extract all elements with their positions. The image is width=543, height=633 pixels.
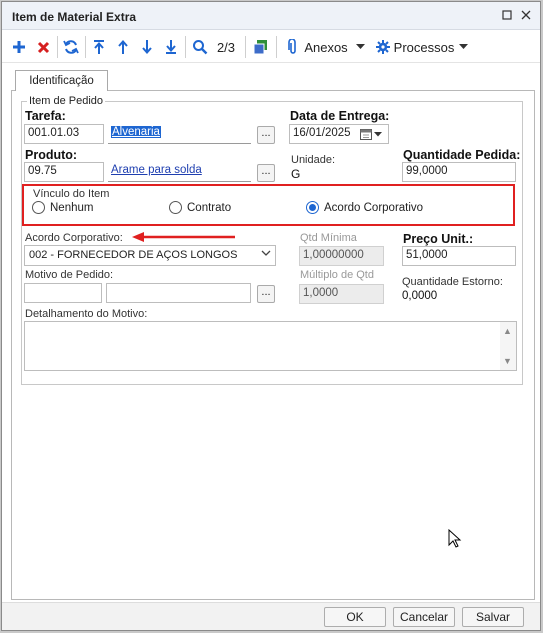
- paperclip-icon[interactable]: [286, 38, 300, 56]
- preco-unit-input[interactable]: 51,0000: [402, 246, 516, 266]
- first-record-icon[interactable]: [91, 38, 107, 56]
- radio-nenhum[interactable]: Nenhum: [32, 201, 93, 214]
- dialog-window: Item de Material Extra 2/3 Anexos Proces…: [1, 1, 541, 631]
- preco-unit-label: Preço Unit.:: [403, 232, 474, 246]
- radio-contrato-label: Contrato: [187, 201, 232, 214]
- delete-icon[interactable]: [35, 38, 51, 56]
- multiplo-input: 1,0000: [299, 284, 384, 304]
- scroll-up-icon[interactable]: ▲: [503, 326, 512, 336]
- refresh-icon[interactable]: [62, 38, 80, 56]
- unidade-label: Unidade:: [291, 154, 336, 166]
- radio-contrato[interactable]: Contrato: [169, 201, 231, 214]
- calendar-icon[interactable]: [360, 126, 386, 142]
- tab-identificacao[interactable]: Identificação: [15, 70, 108, 91]
- window-title: Item de Material Extra: [12, 10, 137, 24]
- search-icon[interactable]: [191, 38, 209, 56]
- qtd-minima-input: 1,00000000: [299, 246, 384, 266]
- ok-button[interactable]: OK: [324, 607, 386, 627]
- last-record-icon[interactable]: [163, 38, 179, 56]
- motivo-lookup-button[interactable]: ...: [257, 285, 275, 303]
- toolbar-separator: [57, 36, 58, 58]
- radio-nenhum-circle[interactable]: [32, 201, 45, 214]
- mouse-cursor-icon: [448, 529, 462, 548]
- radio-acordo-label: Acordo Corporativo: [324, 201, 424, 214]
- acordo-select[interactable]: 002 - FORNECEDOR DE AÇOS LONGOS: [24, 245, 276, 266]
- data-entrega-label: Data de Entrega:: [290, 109, 390, 123]
- toolbar-separator: [85, 36, 86, 58]
- title-bar: Item de Material Extra: [2, 2, 540, 30]
- tarefa-description-link[interactable]: Alvenaria: [108, 124, 251, 144]
- toolbar: 2/3 Anexos Processos: [2, 31, 540, 63]
- next-record-icon[interactable]: [139, 38, 155, 56]
- motivo-description-input[interactable]: [106, 283, 251, 303]
- tarefa-code-input[interactable]: 001.01.03: [24, 124, 104, 144]
- qtd-minima-label: Qtd Mínima: [300, 232, 357, 244]
- detalhamento-label: Detalhamento do Motivo:: [25, 308, 148, 320]
- close-icon[interactable]: [519, 8, 533, 22]
- multiplo-label: Múltiplo de Qtd: [300, 269, 374, 281]
- chevron-down-icon: [261, 249, 271, 260]
- produto-description-link[interactable]: Arame para solda: [108, 162, 251, 182]
- cancel-button[interactable]: Cancelar: [393, 607, 455, 627]
- toolbar-separator: [276, 36, 277, 58]
- radio-nenhum-label: Nenhum: [50, 201, 94, 214]
- toolbar-separator: [185, 36, 186, 58]
- quantidade-pedida-input[interactable]: 99,0000: [402, 162, 516, 182]
- previous-record-icon[interactable]: [115, 38, 131, 56]
- quantidade-estorno-label: Quantidade Estorno:: [402, 276, 503, 288]
- acordo-select-value: 002 - FORNECEDOR DE AÇOS LONGOS: [29, 249, 238, 261]
- group-label: Item de Pedido: [27, 95, 105, 107]
- dialog-footer: OK Cancelar Salvar: [2, 602, 540, 630]
- produto-code-input[interactable]: 09.75: [24, 162, 104, 182]
- save-button[interactable]: Salvar: [462, 607, 524, 627]
- chevron-down-icon[interactable]: [457, 38, 469, 56]
- maximize-icon[interactable]: [500, 8, 514, 22]
- quantidade-pedida-label: Quantidade Pedida:: [403, 148, 521, 162]
- unidade-value: G: [291, 167, 301, 181]
- motivo-label: Motivo de Pedido:: [25, 269, 114, 281]
- radio-acordo-circle[interactable]: [306, 201, 319, 214]
- export-icon[interactable]: [252, 38, 270, 56]
- processos-menu[interactable]: Processos: [394, 38, 455, 56]
- tarefa-lookup-button[interactable]: ...: [257, 126, 275, 144]
- produto-label: Produto:: [25, 148, 78, 162]
- motivo-code-input[interactable]: [24, 283, 102, 303]
- page-indicator: 2/3: [216, 39, 236, 55]
- quantidade-estorno-value: 0,0000: [402, 290, 438, 302]
- data-entrega-value: 16/01/2025: [293, 127, 351, 139]
- textarea-scrollbar[interactable]: ▲ ▼: [500, 322, 516, 370]
- annotation-arrow-icon: [132, 232, 235, 242]
- tarefa-label: Tarefa:: [25, 109, 66, 123]
- vinculo-label: Vínculo do Item: [33, 188, 110, 200]
- acordo-label: Acordo Corporativo:: [25, 232, 123, 244]
- add-icon[interactable]: [11, 38, 27, 56]
- anexos-menu[interactable]: Anexos: [304, 38, 348, 56]
- detalhamento-textarea[interactable]: ▲ ▼: [24, 321, 517, 371]
- chevron-down-icon[interactable]: [354, 38, 366, 56]
- gear-icon[interactable]: [375, 38, 391, 56]
- tarefa-description-text: Alvenaria: [111, 126, 161, 138]
- toolbar-separator: [245, 36, 246, 58]
- produto-lookup-button[interactable]: ...: [257, 164, 275, 182]
- scroll-down-icon[interactable]: ▼: [503, 356, 512, 366]
- radio-acordo-corporativo[interactable]: Acordo Corporativo: [306, 201, 423, 214]
- radio-contrato-circle[interactable]: [169, 201, 182, 214]
